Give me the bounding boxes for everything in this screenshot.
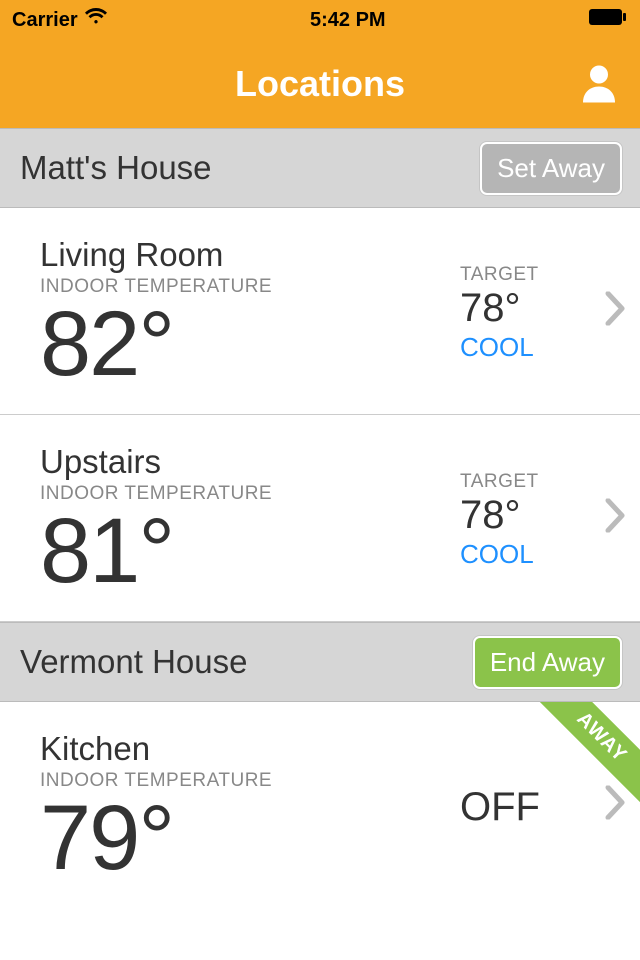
target-temp-value: 78° xyxy=(460,286,600,330)
indoor-temp-value: 81° xyxy=(40,505,460,597)
section-title: Matt's House xyxy=(20,149,212,187)
room-name: Kitchen xyxy=(40,730,460,768)
mode-label: COOL xyxy=(460,539,600,570)
section-header: Matt's House Set Away xyxy=(0,128,640,208)
wifi-icon xyxy=(84,5,108,35)
status-left: Carrier xyxy=(12,5,108,35)
room-target: TARGET78°COOL xyxy=(460,264,620,363)
room-row[interactable]: UpstairsINDOOR TEMPERATURE81°TARGET78°CO… xyxy=(0,415,640,622)
status-right xyxy=(588,7,628,33)
room-name: Living Room xyxy=(40,236,460,274)
chevron-right-icon xyxy=(604,292,626,331)
end-away-button[interactable]: End Away xyxy=(473,636,622,689)
room-row[interactable]: Living RoomINDOOR TEMPERATURE82°TARGET78… xyxy=(0,208,640,415)
off-label: OFF xyxy=(460,785,600,830)
room-target: OFF xyxy=(460,785,620,830)
indoor-temp-value: 82° xyxy=(40,298,460,390)
set-away-button[interactable]: Set Away xyxy=(480,142,622,195)
content: Matt's House Set Away Living RoomINDOOR TE… xyxy=(0,128,640,908)
target-temp-value: 78° xyxy=(460,493,600,537)
room-target: TARGET78°COOL xyxy=(460,471,620,570)
room-info: Living RoomINDOOR TEMPERATURE82° xyxy=(40,236,460,390)
room-info: UpstairsINDOOR TEMPERATURE81° xyxy=(40,443,460,597)
chevron-right-icon xyxy=(604,786,626,825)
carrier-label: Carrier xyxy=(12,9,78,32)
nav-bar: Locations xyxy=(0,40,640,128)
room-name: Upstairs xyxy=(40,443,460,481)
indoor-temp-value: 79° xyxy=(40,792,460,884)
battery-icon xyxy=(588,7,628,33)
status-time: 5:42 PM xyxy=(310,9,386,32)
section-title: Vermont House xyxy=(20,643,247,681)
mode-label: COOL xyxy=(460,332,600,363)
target-label: TARGET xyxy=(460,471,600,493)
section-header: Vermont House End Away xyxy=(0,622,640,702)
page-title: Locations xyxy=(235,63,405,105)
room-info: KitchenINDOOR TEMPERATURE79° xyxy=(40,730,460,884)
status-bar: Carrier 5:42 PM xyxy=(0,0,640,40)
target-label: TARGET xyxy=(460,264,600,286)
chevron-right-icon xyxy=(604,499,626,538)
room-row[interactable]: AWAYKitchenINDOOR TEMPERATURE79°OFF xyxy=(0,702,640,908)
profile-icon[interactable] xyxy=(578,61,620,108)
